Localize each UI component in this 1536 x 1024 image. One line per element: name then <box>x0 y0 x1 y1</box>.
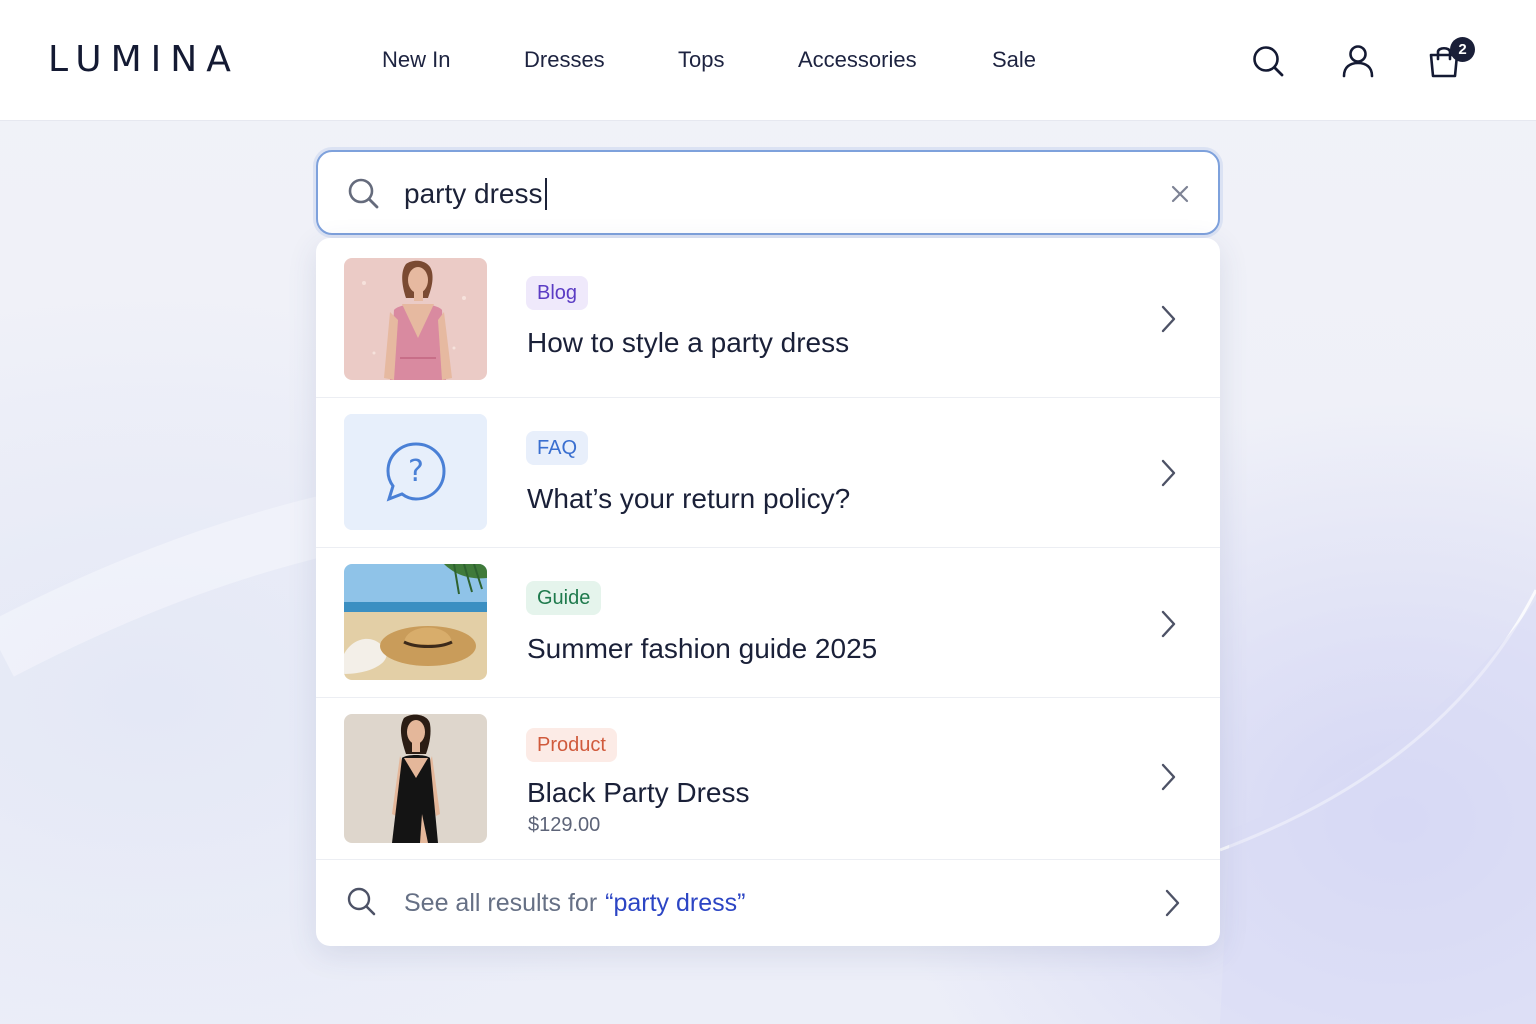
suggestion-row-blog[interactable]: Blog How to style a party dress <box>316 238 1220 398</box>
black-dress-photo <box>344 714 487 843</box>
search-suggestions-dropdown: Blog How to style a party dress ? FAQ Wh… <box>316 238 1220 946</box>
question-chat-icon: ? <box>344 414 487 530</box>
search-query-text: party dress <box>404 178 543 209</box>
see-all-label: See all results for “party dress” <box>404 886 745 920</box>
chevron-right-icon <box>1158 304 1180 334</box>
result-type-badge: Blog <box>526 276 589 310</box>
chevron-right-icon <box>1158 458 1180 488</box>
nav-item-dresses[interactable]: Dresses <box>524 46 605 74</box>
nav-item-tops[interactable]: Tops <box>678 46 724 74</box>
pink-dress-photo <box>344 258 487 380</box>
text-caret <box>544 178 547 210</box>
result-title: Black Party Dress <box>527 777 750 808</box>
see-all-prefix: See all results for <box>404 889 598 917</box>
result-title: What’s your return policy? <box>527 483 851 514</box>
search-input[interactable]: party dress <box>404 174 547 214</box>
search-field[interactable]: party dress <box>316 150 1220 235</box>
chevron-right-icon <box>1158 609 1180 639</box>
see-all-query: “party dress” <box>605 889 746 917</box>
chevron-right-icon <box>1158 762 1180 792</box>
search-icon <box>346 886 378 918</box>
result-type-badge: Product <box>526 728 617 762</box>
chevron-right-icon <box>1162 888 1184 918</box>
result-title: How to style a party dress <box>527 327 850 358</box>
result-title: Summer fashion guide 2025 <box>527 633 878 664</box>
suggestion-row-guide[interactable]: Guide Summer fashion guide 2025 <box>316 548 1220 698</box>
result-type-badge: FAQ <box>526 431 589 465</box>
search-icon <box>346 176 382 212</box>
cart-count-badge: 2 <box>1450 37 1475 62</box>
nav-item-new-in[interactable]: New In <box>382 46 450 74</box>
beach-hat-photo <box>344 564 487 680</box>
result-type-badge: Guide <box>526 581 602 615</box>
see-all-results-link[interactable]: See all results for “party dress” <box>316 860 1220 946</box>
nav-item-accessories[interactable]: Accessories <box>798 46 917 74</box>
product-price: $129.00 <box>528 814 601 836</box>
search-icon[interactable] <box>1250 42 1286 80</box>
suggestion-row-product[interactable]: Product Black Party Dress $129.00 <box>316 698 1220 860</box>
brand-logo[interactable]: LUMINA <box>48 40 240 80</box>
close-icon[interactable] <box>1170 184 1190 204</box>
user-icon[interactable] <box>1340 42 1376 80</box>
svg-text:?: ? <box>408 454 424 489</box>
suggestion-row-faq[interactable]: ? FAQ What’s your return policy? <box>316 398 1220 548</box>
site-header: LUMINA New In Dresses Tops Accessories S… <box>0 0 1536 121</box>
nav-item-sale[interactable]: Sale <box>992 46 1036 74</box>
